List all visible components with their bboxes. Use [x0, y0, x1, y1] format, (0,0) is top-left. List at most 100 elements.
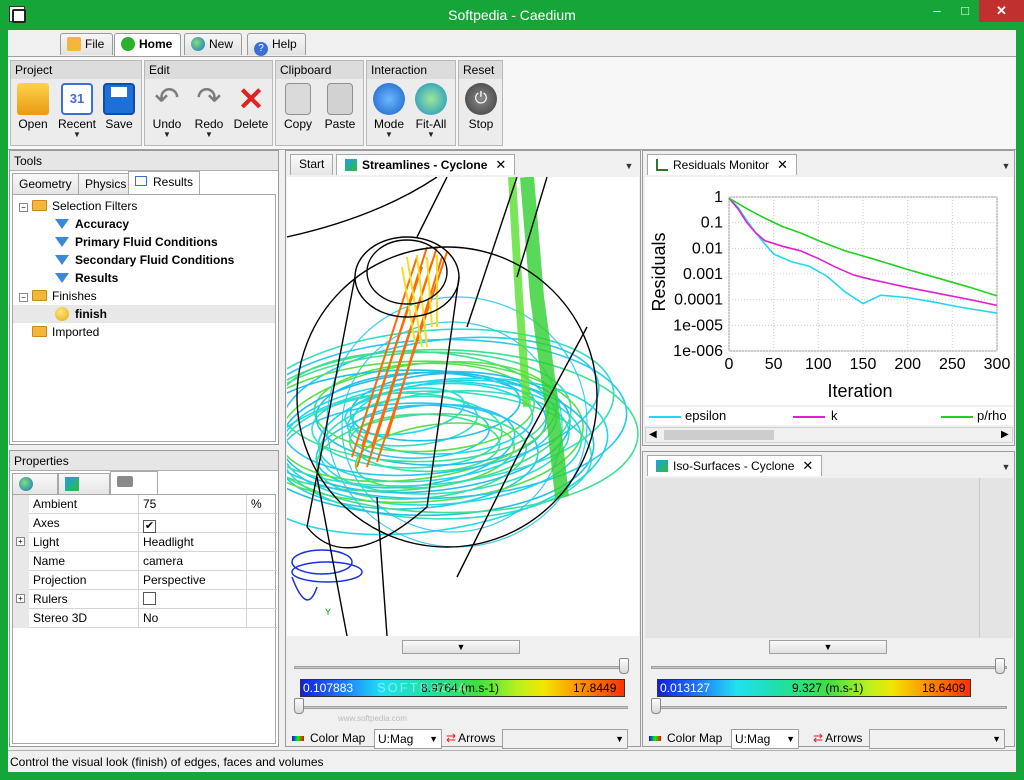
residuals-chart: 0 50 100 150 200 250 300 1 0.1 0.01 0.001 0.0001 1e-… [645, 177, 1013, 405]
expand-icon[interactable]: + [16, 594, 25, 603]
range-slider-bottom[interactable] [294, 706, 628, 709]
expand-icon[interactable]: + [16, 537, 25, 546]
tree-filter-secondary[interactable]: Secondary Fluid Conditions [13, 251, 275, 269]
tab-streamlines[interactable] [58, 473, 110, 495]
tab-physics[interactable]: Physics [78, 173, 134, 195]
slider-thumb[interactable] [651, 698, 661, 714]
tab-residuals-monitor[interactable]: Residuals Monitor ✕ [647, 154, 797, 175]
slider-thumb[interactable] [294, 698, 304, 714]
tab-help[interactable]: ? Help [247, 33, 306, 56]
iso-viewport[interactable] [645, 478, 1013, 638]
checkbox[interactable]: ✔ [143, 520, 156, 533]
tab-help-label: Help [272, 37, 297, 51]
recent-button[interactable]: 31 Recent ▼ [57, 83, 97, 145]
chart-legend: epsilon k p/rho [645, 407, 1013, 425]
tab-camera[interactable] [110, 471, 158, 495]
property-value[interactable]: No [139, 609, 247, 628]
tab-geometry[interactable]: Geometry [12, 173, 79, 195]
mode-label: Mode [373, 117, 405, 131]
range-slider-bottom[interactable] [651, 706, 1007, 709]
tab-start[interactable]: Start [290, 154, 334, 175]
tab-results[interactable]: Results [128, 171, 201, 195]
property-unit: % [251, 497, 262, 511]
arrows-select[interactable]: ▼ [502, 729, 628, 749]
property-name: Projection [29, 571, 139, 590]
property-row[interactable]: Stereo 3D No [13, 609, 277, 628]
delete-button[interactable]: ✕ Delete [231, 83, 271, 145]
property-value[interactable]: ✔ [139, 514, 247, 533]
property-value[interactable]: Perspective [139, 571, 247, 590]
close-tab-icon[interactable]: ✕ [495, 157, 506, 172]
property-row[interactable]: Ambient 75% [13, 495, 277, 514]
group-interaction: Interaction Mode ▼ Fit-All ▼ [366, 60, 456, 146]
property-row[interactable]: Name camera [13, 552, 277, 571]
collapse-toolbar-button[interactable]: ▼ [402, 640, 520, 654]
tree-filter-results[interactable]: Results [13, 269, 275, 287]
chevron-down-icon[interactable]: ▼ [999, 460, 1013, 474]
paste-button[interactable]: Paste [320, 83, 360, 145]
scroll-thumb[interactable] [664, 430, 774, 440]
3d-viewport[interactable]: Y [287, 177, 639, 636]
chevron-down-icon[interactable]: ▼ [622, 159, 636, 173]
checkbox[interactable] [143, 592, 156, 605]
legend-swatch [649, 416, 681, 418]
tab-iso-surfaces[interactable]: Iso-Surfaces - Cyclone ✕ [647, 455, 823, 476]
stop-button[interactable]: ⏻ Stop [461, 83, 501, 145]
tree-filter-accuracy[interactable]: Accuracy [13, 215, 275, 233]
scroll-left-icon[interactable]: ◀ [649, 429, 657, 440]
close-tab-icon[interactable]: ✕ [777, 157, 788, 172]
redo-button[interactable]: ↷ Redo ▼ [189, 83, 229, 145]
scroll-right-icon[interactable]: ▶ [1001, 429, 1009, 440]
property-row[interactable]: + Light Headlight [13, 533, 277, 552]
collapse-icon[interactable]: − [19, 203, 28, 212]
colormap-icon [292, 736, 304, 741]
tab-world[interactable] [12, 473, 58, 495]
colormap-select[interactable]: U:Mag ▼ [374, 729, 442, 749]
tree-finishes[interactable]: − Finishes [13, 287, 275, 305]
property-unit [247, 609, 277, 628]
close-tab-icon[interactable]: ✕ [802, 458, 813, 473]
range-slider-top[interactable] [651, 666, 1007, 669]
property-value[interactable]: camera [139, 552, 247, 571]
property-value[interactable]: 75 [139, 495, 247, 514]
property-value[interactable]: Headlight [139, 533, 247, 552]
copy-label: Copy [283, 117, 312, 131]
tree-imported[interactable]: Imported [13, 323, 275, 341]
collapse-toolbar-button[interactable]: ▼ [769, 640, 887, 654]
property-row[interactable]: Axes ✔ [13, 514, 277, 533]
tools-title: Tools [10, 151, 278, 171]
save-button[interactable]: Save [99, 83, 139, 145]
property-row[interactable]: + Rulers [13, 590, 277, 609]
property-row[interactable]: Projection Perspective [13, 571, 277, 590]
tab-home[interactable]: Home [114, 33, 182, 57]
collapse-icon[interactable]: − [19, 293, 28, 302]
horizontal-scrollbar[interactable]: ◀ ▶ [645, 427, 1013, 443]
colormap-select[interactable]: U:Mag ▼ [731, 729, 799, 749]
open-button[interactable]: Open [13, 83, 53, 145]
chevron-down-icon: ▼ [786, 734, 795, 744]
folder-icon [32, 200, 47, 211]
close-button[interactable]: ✕ [979, 0, 1024, 22]
chevron-down-icon[interactable]: ▼ [999, 159, 1013, 173]
minimize-button[interactable]: – [923, 0, 951, 22]
colormap-legend: 0.107883 8.9764 (m.s-1) 17.8449 SOFTPEDI… [300, 679, 625, 697]
property-value[interactable] [139, 590, 247, 609]
tab-new[interactable]: New [184, 33, 243, 55]
range-slider-top[interactable] [294, 666, 628, 669]
tree-selection-filters[interactable]: − Selection Filters [13, 197, 275, 215]
arrows-select[interactable]: ▼ [869, 729, 1005, 749]
copy-button[interactable]: Copy [278, 83, 318, 145]
tree-filter-primary[interactable]: Primary Fluid Conditions [13, 233, 275, 251]
stop-label: Stop [468, 117, 494, 131]
maximize-button[interactable]: □ [951, 0, 979, 22]
tab-file[interactable]: File [60, 33, 114, 55]
tree-finish-item[interactable]: finish [13, 305, 275, 323]
undo-button[interactable]: ↶ Undo ▼ [147, 83, 187, 145]
fit-all-button[interactable]: Fit-All ▼ [411, 83, 451, 145]
slider-thumb[interactable] [995, 658, 1005, 674]
slider-thumb[interactable] [619, 658, 629, 674]
y-tick-label: 0.001 [683, 266, 723, 283]
mode-button[interactable]: Mode ▼ [369, 83, 409, 145]
tab-new-label: New [209, 37, 234, 51]
tab-streamlines-cyclone[interactable]: Streamlines - Cyclone ✕ [336, 154, 516, 175]
